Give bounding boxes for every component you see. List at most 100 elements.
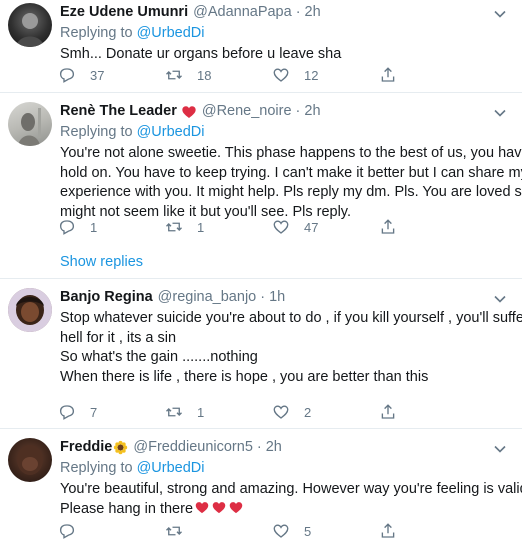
tweet-text-segment: Please hang in there bbox=[60, 500, 194, 517]
avatar-image bbox=[16, 13, 44, 47]
author-handle[interactable]: @AdannaPapa bbox=[193, 3, 292, 22]
avatar[interactable] bbox=[8, 438, 52, 482]
heart-icon bbox=[273, 524, 289, 538]
sunflower-emoji-icon bbox=[114, 440, 128, 455]
reply-button[interactable]: 37 bbox=[58, 65, 165, 85]
tweet-text-line: Please hang in there bbox=[60, 500, 512, 520]
retweet-icon bbox=[166, 407, 182, 417]
heart-emoji-icon bbox=[228, 500, 244, 515]
retweet-button[interactable]: 1 bbox=[165, 402, 272, 422]
replying-to-label: Replying to bbox=[60, 460, 137, 476]
like-count: 2 bbox=[304, 404, 312, 420]
timestamp[interactable]: 2h bbox=[266, 438, 282, 457]
chevron-down-icon[interactable] bbox=[492, 291, 508, 307]
author-handle[interactable]: @Rene_noire bbox=[202, 102, 292, 121]
heart-icon bbox=[273, 220, 289, 234]
replies-feed: Eze Udene Umunri @AdannaPapa · 2h Replyi… bbox=[0, 0, 522, 543]
chevron-down-icon[interactable] bbox=[492, 105, 508, 121]
author-handle[interactable]: @Freddieunicorn5 bbox=[133, 438, 253, 457]
reply-icon bbox=[59, 405, 75, 420]
avatar[interactable] bbox=[8, 288, 52, 332]
heart-emoji-icon bbox=[182, 105, 196, 118]
share-button[interactable] bbox=[379, 402, 409, 422]
tweet[interactable]: Banjo Regina @regina_banjo · 1h Stop wha… bbox=[0, 279, 522, 428]
tweet-text: You're not alone sweetie. This phase hap… bbox=[60, 144, 522, 222]
retweet-count: 1 bbox=[197, 219, 205, 235]
chevron-down-icon[interactable] bbox=[492, 441, 508, 457]
author-handle[interactable]: @regina_banjo bbox=[158, 288, 257, 307]
show-replies-link[interactable]: Show replies bbox=[60, 254, 143, 270]
heart-emoji-icon bbox=[194, 500, 210, 515]
retweet-button[interactable]: 1 bbox=[165, 217, 272, 237]
reply-icon bbox=[59, 524, 75, 539]
retweet-icon bbox=[166, 526, 182, 536]
tweet[interactable]: Freddie @Freddieunicorn5 · 2h Replying t… bbox=[0, 429, 522, 543]
retweet-count: 1 bbox=[197, 404, 205, 420]
tweet[interactable]: Eze Udene Umunri @AdannaPapa · 2h Replyi… bbox=[0, 0, 522, 92]
tweet-text-line: So what's the gain .......nothing bbox=[60, 349, 258, 366]
chevron-down-icon[interactable] bbox=[492, 6, 508, 22]
like-button[interactable]: 12 bbox=[272, 65, 379, 85]
timestamp[interactable]: 2h bbox=[304, 102, 320, 121]
share-icon bbox=[381, 404, 395, 419]
reply-count: 1 bbox=[90, 219, 98, 235]
share-button[interactable] bbox=[379, 217, 409, 237]
replying-to-label: Replying to bbox=[60, 25, 137, 41]
share-icon bbox=[381, 219, 395, 234]
like-button[interactable]: 5 bbox=[272, 521, 379, 541]
share-icon bbox=[381, 67, 395, 82]
tweet-text-segment: You're beautiful, strong and amazing. Ho… bbox=[60, 481, 522, 497]
tweet[interactable]: Renè The Leader @Rene_noire · 2h Replyin… bbox=[0, 93, 522, 277]
like-button[interactable]: 47 bbox=[272, 217, 379, 237]
like-button[interactable]: 2 bbox=[272, 402, 379, 422]
heart-icon bbox=[273, 405, 289, 419]
author-name[interactable]: Eze Udene Umunri bbox=[60, 3, 188, 22]
replying-to-line: Replying to @UrbedDi bbox=[60, 458, 512, 478]
tweet-text-line: Smh... Donate ur organs before u leave s… bbox=[60, 46, 342, 62]
avatar[interactable] bbox=[8, 3, 52, 47]
replying-to-label: Replying to bbox=[60, 124, 137, 140]
like-count: 47 bbox=[304, 219, 319, 235]
share-button[interactable] bbox=[379, 65, 409, 85]
separator-dot: · bbox=[256, 439, 262, 455]
author-name[interactable]: Renè The Leader bbox=[60, 102, 177, 121]
author-name[interactable]: Banjo Regina bbox=[60, 288, 153, 307]
separator-dot: · bbox=[295, 4, 301, 20]
retweet-button[interactable]: 18 bbox=[165, 65, 272, 85]
share-button[interactable] bbox=[379, 521, 409, 541]
reply-icon bbox=[59, 68, 75, 83]
author-name[interactable]: Freddie bbox=[60, 438, 112, 457]
heart-emoji-icon bbox=[211, 500, 227, 515]
heart-icon bbox=[273, 68, 289, 82]
tweet-text-line: You're not alone sweetie. This phase hap… bbox=[60, 145, 522, 161]
heart-emoji-group bbox=[193, 501, 244, 517]
reply-button[interactable] bbox=[58, 521, 165, 541]
avatar-image bbox=[18, 108, 41, 146]
tweet-actions: 1 1 47 bbox=[58, 217, 458, 237]
tweet-text: Stop whatever suicide you're about to do… bbox=[60, 309, 522, 387]
timestamp[interactable]: 1h bbox=[269, 288, 285, 307]
replying-to-line: Replying to @UrbedDi bbox=[60, 122, 512, 142]
retweet-count: 18 bbox=[197, 67, 212, 83]
tweet-actions: 7 1 2 bbox=[58, 402, 458, 422]
tweet-text-line: hold on. You have to keep trying. I can'… bbox=[60, 164, 522, 181]
tweet-text: You're beautiful, strong and amazing. Ho… bbox=[60, 480, 522, 520]
tweet-actions: 5 bbox=[58, 521, 458, 541]
tweet-text-line: hell for it , its a sin bbox=[60, 329, 177, 346]
share-icon bbox=[381, 523, 395, 538]
retweet-icon bbox=[166, 70, 182, 80]
replying-to-line: Replying to @UrbedDi bbox=[60, 23, 512, 43]
mention-link[interactable]: @UrbedDi bbox=[137, 460, 205, 476]
avatar[interactable] bbox=[8, 102, 52, 146]
tweet-text-line: Stop whatever suicide you're about to do… bbox=[60, 310, 522, 326]
mention-link[interactable]: @UrbedDi bbox=[137, 124, 205, 140]
avatar-image bbox=[8, 288, 52, 332]
reply-button[interactable]: 7 bbox=[58, 402, 165, 422]
like-count: 12 bbox=[304, 67, 319, 83]
retweet-button[interactable] bbox=[165, 521, 272, 541]
reply-icon bbox=[59, 220, 75, 235]
tweet-text-line: experience with you. It might help. Pls … bbox=[60, 184, 522, 201]
reply-button[interactable]: 1 bbox=[58, 217, 165, 237]
timestamp[interactable]: 2h bbox=[305, 3, 321, 22]
mention-link[interactable]: @UrbedDi bbox=[137, 25, 205, 41]
